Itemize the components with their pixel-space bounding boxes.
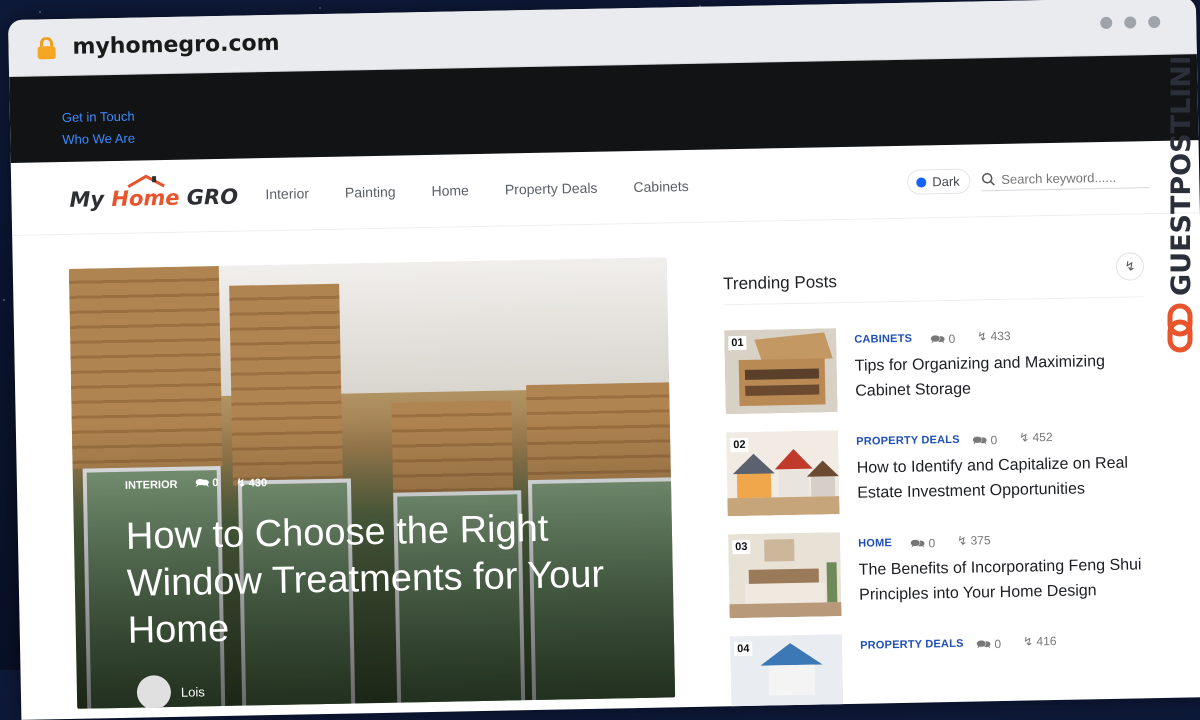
dark-mode-toggle[interactable]: Dark bbox=[907, 168, 971, 195]
trending-post[interactable]: 03 HOME 🗪 0 ↯ 375 The Benefits of Incorp… bbox=[728, 526, 1160, 626]
trending-post[interactable]: 01 CABINETS 🗪 0 ↯ 433 Tips for Organizin… bbox=[724, 322, 1156, 422]
trending-post[interactable]: 02 PROPERTY DEALS 🗪 0 ↯ 452 How to Ident… bbox=[726, 424, 1158, 524]
hero-views: ↯ 430 bbox=[236, 476, 267, 490]
bolt-icon: ↯ bbox=[957, 533, 971, 548]
search-box bbox=[981, 165, 1150, 192]
post-view-count: 452 bbox=[1032, 430, 1053, 445]
post-view-count: 433 bbox=[990, 328, 1011, 344]
bolt-icon: ↯ bbox=[977, 329, 991, 344]
post-views: ↯ 375 bbox=[957, 533, 991, 555]
logo-gro: GRO bbox=[179, 184, 239, 210]
post-meta: 🗪 0 ↯ 416 bbox=[976, 634, 1057, 657]
comment-icon: 🗪 bbox=[972, 433, 991, 448]
bolt-icon: ↯ bbox=[1022, 634, 1037, 649]
author-name[interactable]: Lois bbox=[181, 684, 205, 699]
post-number: 04 bbox=[734, 641, 753, 657]
post-view-count: 375 bbox=[970, 533, 991, 548]
post-category[interactable]: PROPERTY DEALS bbox=[856, 434, 960, 448]
address-bar[interactable]: myhomegro.com bbox=[72, 31, 279, 60]
logo-home: Home bbox=[111, 185, 180, 212]
avatar bbox=[136, 674, 172, 709]
post-category[interactable]: HOME bbox=[858, 537, 892, 550]
post-meta: 🗪 0 ↯ 433 bbox=[930, 329, 1011, 352]
search-icon[interactable] bbox=[981, 172, 995, 186]
main-nav: Interior Painting Home Property Deals Ca… bbox=[265, 178, 689, 202]
hero-comments: 🗪 0 bbox=[195, 474, 218, 493]
comment-icon: 🗪 bbox=[910, 536, 929, 551]
search-input[interactable] bbox=[999, 167, 1144, 188]
post-views: ↯ 416 bbox=[1023, 634, 1057, 656]
trending-posts-heading: Trending Posts bbox=[723, 272, 838, 294]
dark-mode-label: Dark bbox=[932, 173, 960, 190]
post-comment-count: 0 bbox=[990, 433, 998, 448]
window-controls bbox=[1100, 15, 1161, 30]
site-logo[interactable]: My Home GRO bbox=[69, 185, 238, 212]
post-number: 01 bbox=[728, 335, 747, 351]
post-meta: 🗪 0 ↯ 452 bbox=[972, 430, 1053, 453]
hero-author: Lois bbox=[136, 674, 205, 709]
nav-home[interactable]: Home bbox=[431, 182, 469, 199]
toggle-dot-icon bbox=[916, 176, 927, 188]
post-views: ↯ 433 bbox=[977, 329, 1011, 351]
post-comments: 🗪 0 bbox=[910, 534, 935, 555]
guestpostlinks-watermark: GUESTPOSTLINKS bbox=[1166, 58, 1197, 353]
who-we-are-link[interactable]: Who We Are bbox=[62, 131, 135, 147]
hero-view-count: 430 bbox=[248, 477, 268, 490]
watermark-text: GUESTPOSTLINKS bbox=[1166, 58, 1197, 296]
nav-painting[interactable]: Painting bbox=[345, 184, 396, 201]
window-dot[interactable] bbox=[1100, 16, 1113, 30]
window-dot[interactable] bbox=[1124, 16, 1137, 29]
hero-meta: INTERIOR 🗪 0 ↯ 430 bbox=[125, 473, 267, 495]
post-comment-count: 0 bbox=[948, 331, 956, 347]
bolt-icon: ↯ bbox=[1019, 430, 1033, 445]
hero-category[interactable]: INTERIOR bbox=[125, 478, 178, 491]
post-comment-count: 0 bbox=[928, 536, 936, 551]
window-dot[interactable] bbox=[1148, 15, 1161, 29]
post-title[interactable]: How to Identify and Capitalize on Real E… bbox=[857, 450, 1158, 506]
browser-window: myhomegro.com Get in Touch Who We Are My… bbox=[8, 0, 1200, 720]
nav-property-deals[interactable]: Property Deals bbox=[505, 180, 598, 198]
comment-icon: 🗪 bbox=[976, 637, 995, 652]
hero-comment-count: 0 bbox=[212, 477, 219, 490]
trending-post[interactable]: 04 PROPERTY DEALS 🗪 0 ↯ 416 bbox=[729, 628, 1162, 720]
nav-cabinets[interactable]: Cabinets bbox=[633, 178, 689, 195]
post-comments: 🗪 0 bbox=[976, 635, 1001, 656]
comment-icon: 🗪 bbox=[930, 332, 949, 347]
post-number: 02 bbox=[730, 437, 749, 453]
post-title[interactable]: The Benefits of Incorporating Feng Shui … bbox=[858, 552, 1159, 608]
post-views: ↯ 452 bbox=[1019, 430, 1053, 452]
post-category[interactable]: PROPERTY DEALS bbox=[860, 638, 964, 652]
post-category[interactable]: CABINETS bbox=[854, 333, 912, 346]
comment-icon: 🗪 bbox=[195, 477, 213, 490]
logo-my: My bbox=[69, 187, 112, 212]
divider bbox=[723, 296, 1144, 306]
post-number: 03 bbox=[732, 539, 751, 555]
chain-link-icon bbox=[1167, 303, 1193, 353]
get-in-touch-link[interactable]: Get in Touch bbox=[62, 109, 135, 125]
post-comment-count: 0 bbox=[994, 637, 1002, 652]
lock-icon bbox=[37, 37, 56, 60]
nav-interior[interactable]: Interior bbox=[265, 185, 309, 202]
bolt-icon: ↯ bbox=[1115, 252, 1145, 281]
featured-post[interactable]: INTERIOR 🗪 0 ↯ 430 How to Choose the Rig… bbox=[68, 257, 676, 709]
post-meta: 🗪 0 ↯ 375 bbox=[910, 533, 991, 556]
post-view-count: 416 bbox=[1036, 633, 1057, 649]
bolt-icon: ↯ bbox=[236, 477, 249, 490]
post-title[interactable]: Tips for Organizing and Maximizing Cabin… bbox=[855, 348, 1156, 404]
post-comments: 🗪 0 bbox=[972, 431, 997, 452]
post-comments: 🗪 0 bbox=[930, 330, 955, 351]
hero-title[interactable]: How to Choose the Right Window Treatment… bbox=[126, 504, 629, 655]
